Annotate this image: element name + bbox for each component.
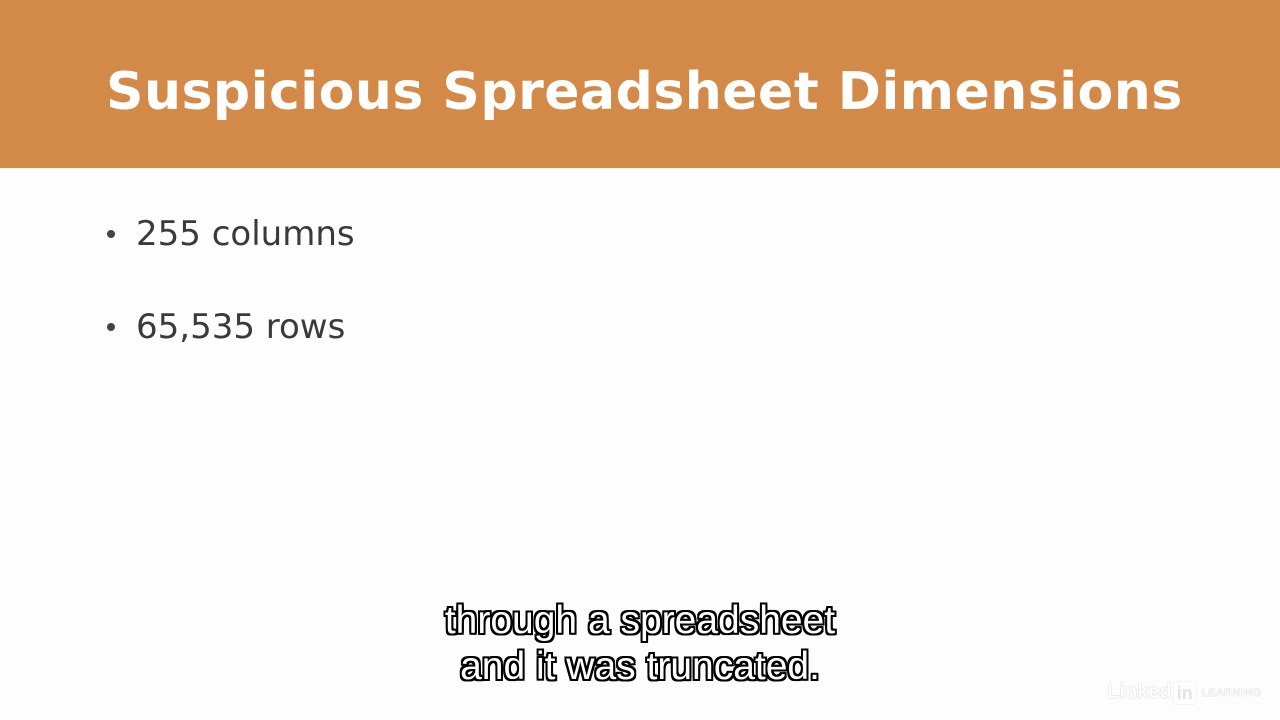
bullet-item: 255 columns <box>104 206 355 262</box>
subtitle-captions: through a spreadsheet and it was truncat… <box>0 598 1280 690</box>
bullet-text: 65,535 rows <box>136 307 346 347</box>
logo-linked-text: Linked <box>1107 681 1172 703</box>
slide-title: Suspicious Spreadsheet Dimensions <box>106 62 1183 122</box>
slide: Suspicious Spreadsheet Dimensions 255 co… <box>0 0 1280 720</box>
linkedin-learning-logo: Linked in LEARNING <box>1107 681 1262 704</box>
title-band: Suspicious Spreadsheet Dimensions <box>0 0 1280 168</box>
caption-line: and it was truncated. <box>460 645 820 688</box>
bullet-dot-icon <box>107 323 115 331</box>
logo-in-badge-icon: in <box>1173 681 1196 704</box>
logo-learning-text: LEARNING <box>1201 686 1262 699</box>
caption-line: through a spreadsheet <box>444 599 836 642</box>
bullet-list: 255 columns 65,535 rows <box>104 206 355 392</box>
bullet-text: 255 columns <box>136 214 355 254</box>
bullet-dot-icon <box>107 230 115 238</box>
bullet-item: 65,535 rows <box>104 299 355 355</box>
